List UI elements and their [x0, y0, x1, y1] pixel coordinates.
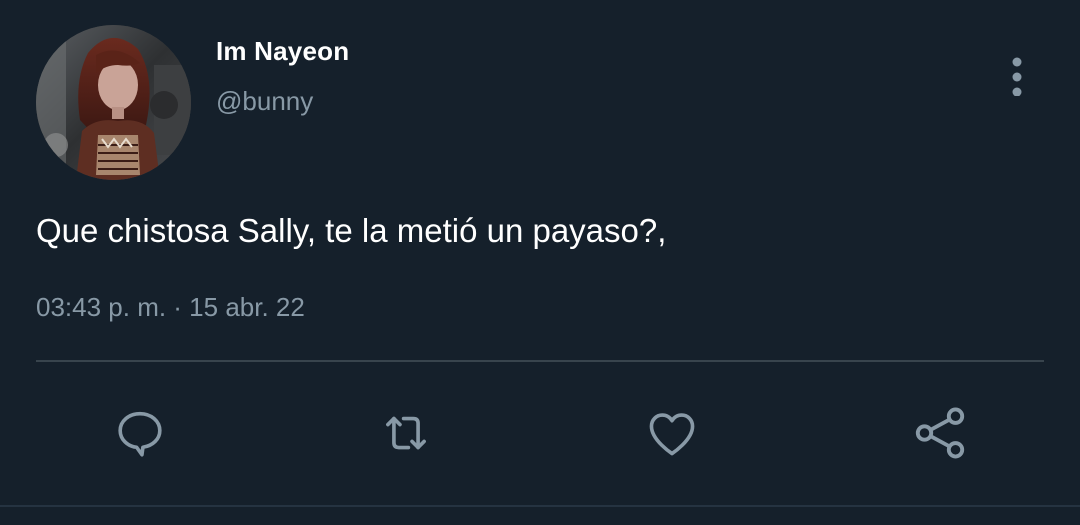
- avatar-image: [36, 25, 191, 180]
- like-button[interactable]: [638, 400, 706, 466]
- retweet-button[interactable]: [372, 400, 440, 466]
- reply-icon: [118, 411, 162, 457]
- author-handle[interactable]: @bunny: [216, 86, 313, 117]
- share-button[interactable]: [906, 400, 974, 466]
- more-options-button[interactable]: [998, 52, 1036, 100]
- more-vertical-icon: [1012, 57, 1022, 96]
- tweet-card: Im Nayeon @bunny Que chistosa Sally, te …: [0, 0, 1080, 525]
- avatar[interactable]: [36, 25, 191, 180]
- author-display-name[interactable]: Im Nayeon: [216, 36, 349, 67]
- divider: [36, 360, 1044, 362]
- reply-button[interactable]: [106, 400, 174, 466]
- bottom-divider: [0, 505, 1080, 507]
- tweet-timestamp[interactable]: 03:43 p. m. · 15 abr. 22: [36, 292, 305, 323]
- like-icon: [649, 413, 695, 456]
- retweet-icon: [386, 416, 426, 450]
- tweet-text: Que chistosa Sally, te la metió un payas…: [36, 212, 667, 249]
- share-icon: [915, 407, 965, 459]
